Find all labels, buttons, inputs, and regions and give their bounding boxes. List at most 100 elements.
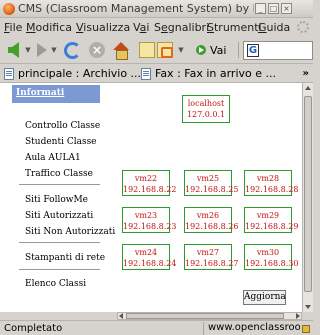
horizontal-scrollbar[interactable]: [117, 312, 302, 320]
machine-box[interactable]: vm25 192.168.8.25: [184, 170, 239, 196]
google-search-engine-icon[interactable]: G: [247, 44, 259, 57]
page-icon: [141, 67, 151, 80]
machine-box[interactable]: vm28 192.168.8.28: [244, 170, 299, 196]
server-name: localhost: [187, 99, 225, 108]
menu-file[interactable]: File: [4, 21, 22, 34]
activity-throbber-icon: [297, 21, 309, 33]
sidebar-link-studenti-classe[interactable]: Studenti Classe: [25, 137, 97, 147]
title-bar: CMS (Classroom Management System) by Lea…: [0, 0, 313, 18]
stop-icon: ×: [89, 42, 105, 58]
status-bar: Completato www.openclassroom.it: [0, 320, 313, 335]
sidebar-link-aula[interactable]: Aula AULA1: [25, 153, 81, 163]
reload-icon: [63, 41, 81, 59]
machine-name: vm25: [196, 174, 220, 183]
machine-name: vm23: [134, 211, 158, 220]
firefox-icon: [3, 3, 15, 15]
machine-name: vm28: [256, 174, 280, 183]
menu-segnalibri[interactable]: Segnalibri: [154, 21, 209, 34]
chevron-down-icon: ▼: [51, 46, 57, 54]
machine-ip: 192.168.8.30: [245, 259, 299, 268]
machine-name: vm26: [196, 211, 220, 220]
vertical-scroll-thumb[interactable]: [304, 96, 312, 292]
scroll-down-arrow-icon[interactable]: [305, 305, 311, 309]
menu-bar: File Modifica Visualizza Vai Segnalibri …: [0, 18, 313, 37]
sidebar-link-stampanti[interactable]: Stampanti di rete: [25, 253, 105, 263]
bookmark-principale[interactable]: principale : Archivio ...: [4, 67, 141, 80]
horizontal-scroll-thumb[interactable]: [126, 313, 284, 319]
machine-name: vm29: [256, 211, 280, 220]
forward-history-dropdown[interactable]: ▼: [50, 41, 58, 59]
lock-icon: [302, 325, 310, 333]
classroom-map: localhost 127.0.0.1 vm22 192.168.8.22 vm…: [112, 83, 302, 312]
close-button[interactable]: ×: [281, 3, 292, 14]
go-button[interactable]: Vai: [196, 42, 226, 58]
page-icon: [4, 67, 14, 80]
window-title: CMS (Classroom Management System) by Lea…: [18, 2, 254, 15]
home-icon: [113, 42, 129, 60]
bookmark-page-button[interactable]: [138, 41, 156, 59]
machine-ip: 192.168.8.26: [185, 222, 239, 231]
open-bookmark-button[interactable]: [156, 41, 174, 59]
back-button[interactable]: [4, 41, 22, 59]
machine-box[interactable]: vm30 192.168.8.30: [244, 244, 299, 270]
page-content: Informati Controllo Classe Studenti Clas…: [0, 83, 302, 312]
menu-modifica[interactable]: Modifica: [26, 21, 72, 34]
go-arrow-icon: [196, 45, 206, 55]
server-box[interactable]: localhost 127.0.0.1: [182, 95, 230, 123]
machine-box[interactable]: vm22 192.168.8.22: [122, 170, 176, 196]
sidebar-link-traffico-classe[interactable]: Traffico Classe: [25, 169, 93, 179]
scroll-up-arrow-icon[interactable]: [305, 86, 311, 90]
sidebar-link-elenco-classi[interactable]: Elenco Classi: [25, 279, 86, 289]
sidebar-link-siti-non-autorizzati[interactable]: Siti Non Autorizzati: [25, 227, 115, 237]
machine-box[interactable]: vm24 192.168.8.24: [122, 244, 177, 270]
menu-strumenti[interactable]: Strumenti: [207, 21, 262, 34]
machine-name: vm27: [196, 248, 220, 257]
maximize-button[interactable]: □: [268, 3, 279, 14]
sidebar: Informati Controllo Classe Studenti Clas…: [0, 83, 115, 312]
stop-button[interactable]: ×: [88, 41, 106, 59]
search-input[interactable]: G: [243, 41, 313, 60]
sidebar-link-controllo-classe[interactable]: Controllo Classe: [25, 121, 100, 131]
back-history-dropdown[interactable]: ▼: [24, 41, 32, 59]
toolbar-separator: [238, 42, 239, 58]
vertical-scrollbar[interactable]: [302, 83, 313, 312]
sidebar-link-siti-followme[interactable]: Siti FollowMe: [25, 195, 88, 205]
machine-box[interactable]: vm27 192.168.8.27: [184, 244, 239, 270]
machine-box[interactable]: vm29 192.168.8.29: [244, 207, 299, 233]
forward-button[interactable]: [35, 41, 49, 59]
menu-visualizza[interactable]: Visualizza: [76, 21, 130, 34]
machine-ip: 192.168.8.29: [245, 222, 299, 231]
machine-ip: 192.168.8.23: [123, 222, 177, 231]
bookmark-dropdown[interactable]: ▼: [177, 41, 185, 59]
machine-ip: 192.168.8.25: [185, 185, 239, 194]
machine-name: vm30: [256, 248, 280, 257]
minimize-button[interactable]: _: [255, 3, 266, 14]
bookmark-fax[interactable]: Fax : Fax in arrivo e ...: [141, 67, 276, 80]
menu-guida[interactable]: Guida: [258, 21, 290, 34]
machine-name: vm22: [134, 174, 158, 183]
scroll-right-arrow-icon[interactable]: [296, 313, 300, 319]
forward-arrow-icon: [37, 43, 47, 57]
page-bookmark-icon: [139, 42, 155, 58]
sidebar-link-siti-autorizzati[interactable]: Siti Autorizzati: [25, 211, 93, 221]
machine-box[interactable]: vm23 192.168.8.23: [122, 207, 177, 233]
menu-vai[interactable]: Vai: [133, 21, 149, 34]
server-ip: 127.0.0.1: [186, 110, 226, 119]
back-arrow-icon: [7, 42, 19, 58]
bookmarks-toolbar: principale : Archivio ... Fax : Fax in a…: [0, 63, 313, 83]
sidebar-heading[interactable]: Informati: [12, 85, 100, 103]
status-text: Completato: [4, 323, 63, 334]
machine-box[interactable]: vm26 192.168.8.26: [184, 207, 239, 233]
refresh-button[interactable]: Aggiorna: [243, 290, 286, 305]
machine-ip: 192.168.8.27: [185, 259, 239, 268]
machine-ip: 192.168.8.24: [123, 259, 177, 268]
bookmark-folder-icon: [157, 42, 173, 58]
sidebar-divider: [19, 269, 100, 270]
bookmarks-overflow-chevron-icon[interactable]: »: [303, 68, 309, 79]
reload-button[interactable]: [62, 41, 82, 59]
home-button[interactable]: [112, 41, 130, 60]
scroll-left-arrow-icon[interactable]: [119, 313, 123, 319]
machine-ip: 192.168.8.28: [245, 185, 299, 194]
sidebar-divider: [19, 242, 100, 243]
chevron-down-icon: ▼: [178, 46, 184, 54]
